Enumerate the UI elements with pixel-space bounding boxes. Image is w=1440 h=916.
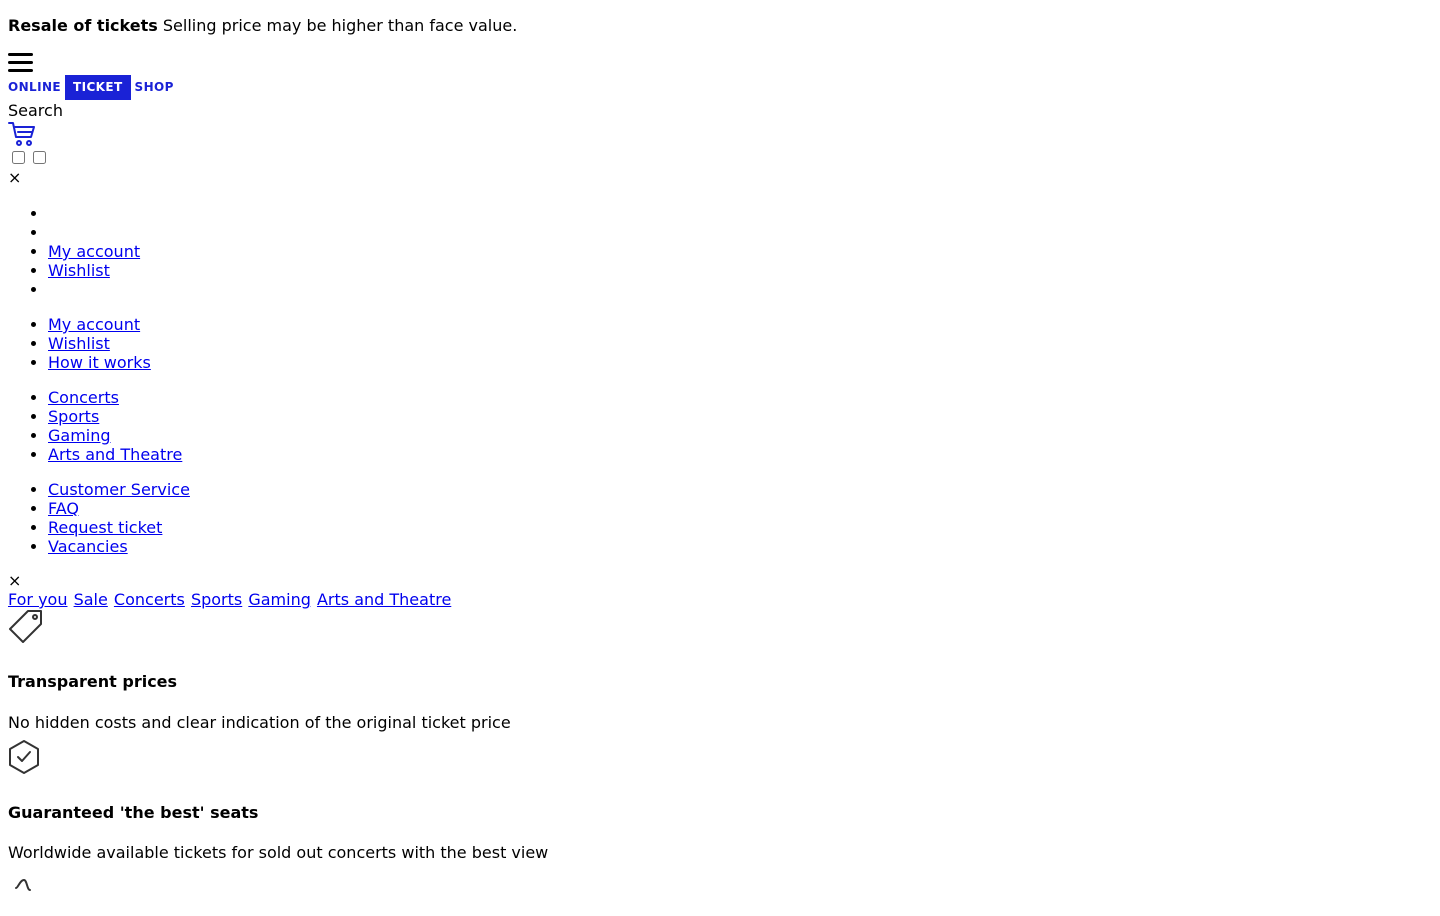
feature-title: Transparent prices: [8, 672, 178, 691]
search-label[interactable]: Search: [8, 101, 1432, 120]
announcement-text: Selling price may be higher than face va…: [162, 16, 518, 35]
menu-account: My account Wishlist How it works: [8, 315, 1432, 372]
tab-sports[interactable]: Sports: [191, 590, 242, 609]
checkbox-2[interactable]: [33, 151, 46, 164]
logo-shop: SHOP: [134, 79, 174, 94]
menu-categories: Concerts Sports Gaming Arts and Theatre: [8, 388, 1432, 464]
tab-arts-and-theatre[interactable]: Arts and Theatre: [317, 590, 451, 609]
checkbox-row: [8, 148, 1432, 167]
menu-item: Customer Service: [48, 480, 1432, 499]
feature-text: No hidden costs and clear indication of …: [8, 713, 511, 732]
feature-transparent-prices: Transparent prices No hidden costs and c…: [8, 609, 1432, 732]
cart-icon[interactable]: [8, 120, 1432, 148]
wishlist-link[interactable]: Wishlist: [48, 261, 110, 280]
wishlist-link[interactable]: Wishlist: [48, 334, 110, 353]
menu-top-item-wishlist: Wishlist: [48, 261, 1432, 280]
my-account-link[interactable]: My account: [48, 242, 140, 261]
feature-best-seats: Guaranteed 'the best' seats Worldwide av…: [8, 739, 1432, 862]
customer-service-link[interactable]: Customer Service: [48, 480, 190, 499]
menu-item: Arts and Theatre: [48, 445, 1432, 464]
shield-check-icon: [8, 739, 1432, 775]
menu-item: How it works: [48, 353, 1432, 372]
menu-item: Vacancies: [48, 537, 1432, 556]
menu-item: Wishlist: [48, 334, 1432, 353]
close-icon[interactable]: ×: [8, 167, 1432, 188]
menu-item: Concerts: [48, 388, 1432, 407]
announcement-bar: Resale of tickets Selling price may be h…: [8, 16, 1432, 35]
menu-top-item-my-account: My account: [48, 242, 1432, 261]
page: Resale of tickets Selling price may be h…: [0, 16, 1440, 894]
menu-service: Customer Service FAQ Request ticket Vaca…: [8, 480, 1432, 556]
tag-icon: [8, 609, 1432, 645]
checkbox-1[interactable]: [12, 151, 25, 164]
how-it-works-link[interactable]: How it works: [48, 353, 151, 372]
logo[interactable]: ONLINE TICKET SHOP: [8, 74, 1432, 100]
gaming-link[interactable]: Gaming: [48, 426, 111, 445]
logo-ticket: TICKET: [65, 74, 131, 100]
menu-item: My account: [48, 315, 1432, 334]
menu-top-item-2[interactable]: [48, 223, 1432, 242]
partial-icon: [8, 874, 1432, 894]
menu-item: Gaming: [48, 426, 1432, 445]
close-icon[interactable]: ×: [8, 571, 1432, 590]
hamburger-icon[interactable]: [8, 51, 1432, 75]
concerts-link[interactable]: Concerts: [48, 388, 119, 407]
tab-gaming[interactable]: Gaming: [248, 590, 311, 609]
tab-sale[interactable]: Sale: [74, 590, 108, 609]
faq-link[interactable]: FAQ: [48, 499, 79, 518]
vacancies-link[interactable]: Vacancies: [48, 537, 128, 556]
menu-top-item-1[interactable]: [48, 204, 1432, 223]
announcement-title: Resale of tickets: [8, 16, 158, 35]
my-account-link[interactable]: My account: [48, 315, 140, 334]
menu-item: Sports: [48, 407, 1432, 426]
tab-concerts[interactable]: Concerts: [114, 590, 185, 609]
request-ticket-link[interactable]: Request ticket: [48, 518, 162, 537]
menu-top-item-5[interactable]: [48, 280, 1432, 299]
category-tabs: For you Sale Concerts Sports Gaming Arts…: [8, 590, 1432, 609]
menu-item: Request ticket: [48, 518, 1432, 537]
feature-text: Worldwide available tickets for sold out…: [8, 843, 549, 862]
menu-top: My account Wishlist: [8, 204, 1432, 299]
sports-link[interactable]: Sports: [48, 407, 99, 426]
menu-item: FAQ: [48, 499, 1432, 518]
feature-title: Guaranteed 'the best' seats: [8, 803, 259, 822]
tab-for-you[interactable]: For you: [8, 590, 67, 609]
arts-and-theatre-link[interactable]: Arts and Theatre: [48, 445, 182, 464]
logo-online: ONLINE: [8, 79, 61, 94]
